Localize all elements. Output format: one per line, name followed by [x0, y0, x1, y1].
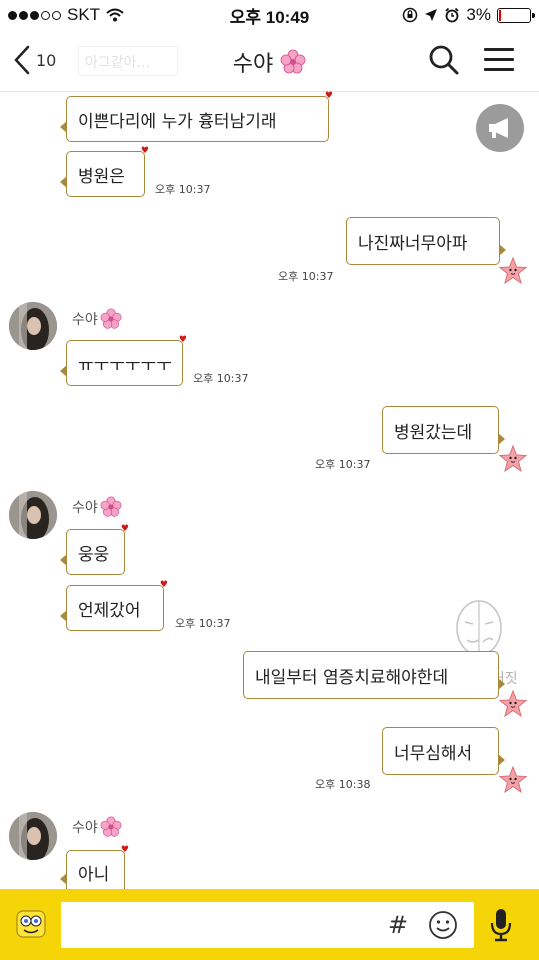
input-bar: #	[0, 889, 539, 960]
message-text: 나진짜너무아파	[358, 233, 468, 254]
signal-icon	[8, 10, 61, 20]
message-time: 오후 10:37	[155, 183, 211, 196]
battery-percent: 3%	[466, 5, 491, 24]
menu-line	[484, 48, 514, 51]
message-bubble[interactable]: 언제갔어 ♥	[60, 581, 168, 631]
star-sticker-icon	[498, 765, 528, 794]
cherry-blossom-icon	[100, 308, 122, 329]
message-bubble[interactable]: 웅웅 ♥	[60, 525, 129, 575]
location-icon	[425, 9, 438, 21]
spongebob-icon	[16, 910, 46, 938]
megaphone-icon	[489, 118, 508, 138]
message-text: 웅웅	[78, 544, 110, 565]
avatar-photo	[9, 491, 57, 539]
emoticon-button[interactable]	[428, 910, 458, 944]
message-bubble[interactable]: 아니 ♥	[60, 846, 129, 894]
avatar[interactable]	[9, 302, 57, 350]
microphone-icon	[490, 909, 512, 942]
message-bubble[interactable]: 병원갔는데	[382, 406, 505, 454]
message-text: 언제갔어	[78, 600, 141, 621]
menu-button[interactable]	[484, 48, 514, 78]
message-bubble[interactable]: ㅠㅜㅜㅜㅜㅜ ♥	[60, 336, 187, 386]
alarm-icon	[445, 7, 460, 23]
star-sticker-icon	[498, 256, 528, 285]
status-left: SKT	[8, 5, 124, 25]
sender-name-text: 수야	[72, 820, 98, 836]
rotation-lock-icon	[403, 7, 418, 23]
message-text: 내일부터 염증치료해야한데	[255, 667, 449, 688]
chat-area[interactable]: 이쁜다리에 누가 흉터남기래 ♥ 병원은 ♥ 오후 10:37 나진짜너무아파 …	[0, 92, 539, 894]
carrier-name: SKT	[67, 5, 101, 24]
avatar-photo	[9, 812, 57, 860]
message-time: 오후 10:38	[315, 778, 371, 791]
heart-icon: ♥	[120, 524, 129, 534]
message-text: 너무심해서	[394, 743, 473, 764]
message-text: 병원갔는데	[394, 422, 473, 443]
message-bubble[interactable]: 이쁜다리에 누가 흉터남기래 ♥	[60, 92, 333, 142]
heart-icon: ♥	[120, 845, 129, 855]
battery-fill	[499, 9, 501, 21]
menu-line	[484, 68, 514, 71]
message-time: 오후 10:37	[193, 372, 249, 385]
avatar[interactable]	[9, 491, 57, 539]
emoticon-menu-button[interactable]	[14, 907, 48, 945]
message-text: 아니	[78, 864, 110, 885]
cherry-blossom-icon	[100, 496, 122, 517]
menu-line	[484, 58, 514, 61]
star-sticker-icon	[498, 444, 528, 473]
notice-button[interactable]	[476, 104, 524, 152]
avatar[interactable]	[9, 812, 57, 860]
message-bubble[interactable]: 내일부터 염증치료해야한데	[243, 651, 505, 699]
avatar-photo	[9, 302, 57, 350]
wifi-icon	[106, 8, 124, 22]
sender-name: 수야	[72, 308, 122, 330]
search-icon	[429, 45, 459, 75]
sender-name-text: 수야	[72, 312, 98, 328]
status-right: 3%	[402, 5, 535, 25]
sender-name: 수야	[72, 816, 122, 838]
cherry-blossom-icon	[100, 816, 122, 837]
message-text: ㅠㅜㅜㅜㅜㅜ	[78, 355, 172, 376]
sender-name: 수야	[72, 496, 122, 518]
message-time: 오후 10:37	[278, 270, 334, 283]
message-input[interactable]	[61, 902, 474, 948]
heart-icon: ♥	[140, 146, 149, 156]
chat-header: 10 아그같아... 수야	[0, 30, 539, 92]
message-time: 오후 10:37	[175, 617, 231, 630]
heart-icon: ♥	[178, 335, 187, 345]
search-button[interactable]	[428, 44, 460, 80]
smiley-icon	[429, 911, 457, 939]
message-text: 병원은	[78, 166, 125, 187]
message-bubble[interactable]: 병원은 ♥	[60, 147, 149, 197]
message-time: 오후 10:37	[315, 458, 371, 471]
message-text: 이쁜다리에 누가 흉터남기래	[78, 111, 277, 132]
status-bar: SKT 오후 10:49 3%	[0, 0, 539, 30]
cherry-blossom-icon	[280, 49, 306, 74]
message-bubble[interactable]: 너무심해서	[382, 727, 505, 775]
hash-button[interactable]: #	[388, 913, 408, 937]
message-bubble[interactable]: 나진짜너무아파	[346, 217, 506, 265]
heart-icon: ♥	[324, 91, 333, 101]
battery-icon	[497, 7, 535, 23]
star-sticker-icon	[498, 689, 528, 718]
heart-icon: ♥	[159, 580, 168, 590]
voice-input-button[interactable]	[489, 907, 513, 947]
sender-name-text: 수야	[72, 500, 98, 516]
chat-title-text: 수야	[232, 52, 274, 77]
